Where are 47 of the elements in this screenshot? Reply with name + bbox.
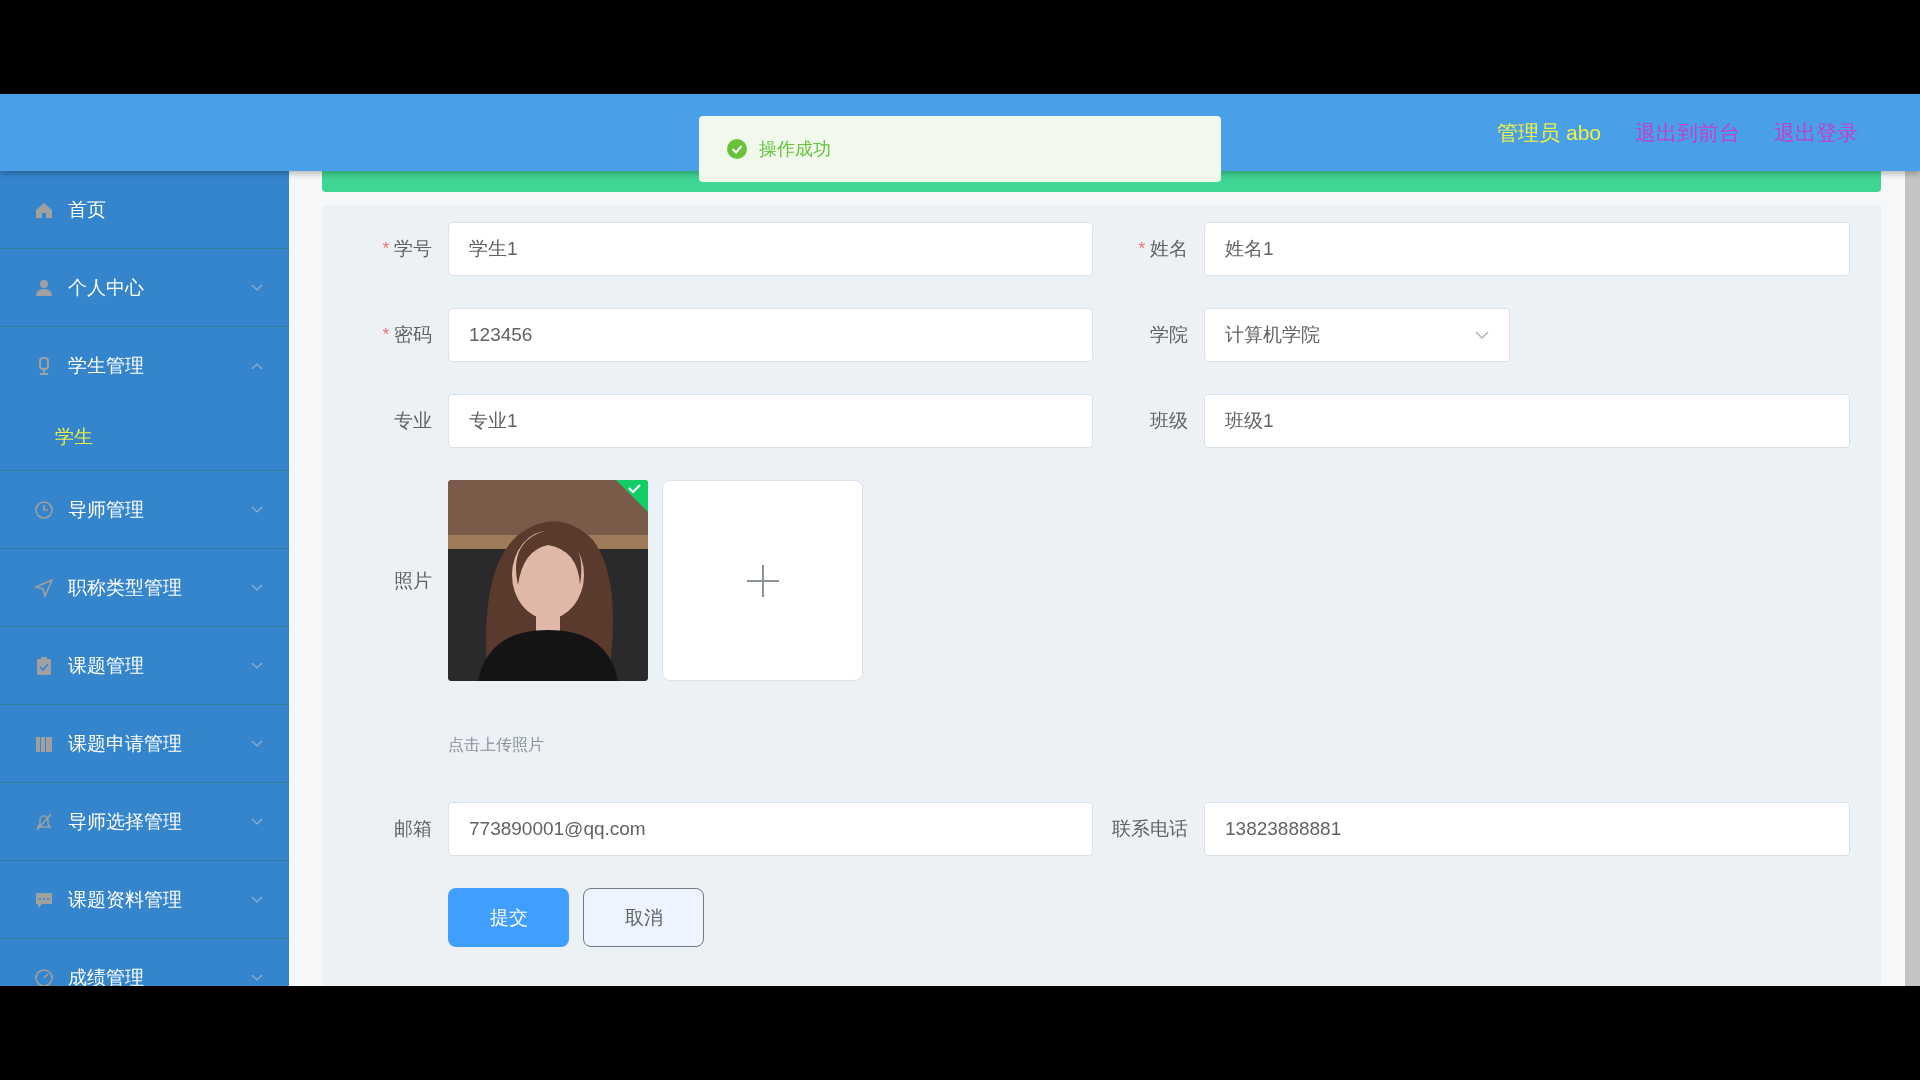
user-icon [34, 277, 54, 298]
menu-item[interactable]: 课题管理 [0, 627, 289, 704]
menu-item[interactable]: 首页 [0, 171, 289, 248]
menu-item[interactable]: 学生管理 [0, 327, 289, 404]
field-label: 联系电话 [1112, 817, 1188, 841]
upload-button[interactable] [662, 480, 863, 681]
menu-item[interactable]: 个人中心 [0, 249, 289, 326]
text-field[interactable]: 123456 [448, 308, 1093, 362]
text-field[interactable]: 姓名1 [1204, 222, 1850, 276]
field-label: 邮箱 [394, 817, 432, 841]
field-label: 照片 [394, 568, 432, 593]
menu-item[interactable]: 成绩管理 [0, 939, 289, 986]
required-mark: * [382, 325, 389, 345]
text-field[interactable]: 773890001@qq.com [448, 802, 1093, 856]
menu-item[interactable]: 导师选择管理 [0, 783, 289, 860]
user-name: 管理员 abo [1497, 119, 1601, 146]
required-mark: * [382, 239, 389, 259]
gauge-icon [34, 967, 54, 986]
field-label: 学院 [1150, 323, 1188, 347]
scrollbar[interactable] [1905, 171, 1920, 986]
menu-item[interactable]: 课题申请管理 [0, 705, 289, 782]
field-label: 班级 [1150, 409, 1188, 433]
clock-icon [34, 499, 54, 520]
select-field[interactable]: 计算机学院 [1204, 308, 1510, 362]
caret-icon [1475, 330, 1489, 340]
check-circle-icon [727, 139, 747, 159]
paper-plane-icon [34, 577, 54, 598]
field-label: 专业 [394, 409, 432, 433]
clipboard-icon [34, 655, 54, 676]
upload-hint: 点击上传照片 [448, 735, 545, 755]
cancel-button[interactable]: 取消 [583, 888, 704, 947]
menu-item[interactable]: 导师管理 [0, 471, 289, 548]
field-label: 学号 [394, 237, 432, 261]
required-mark: * [1138, 239, 1145, 259]
text-field[interactable]: 班级1 [1204, 394, 1850, 448]
plus-icon [745, 563, 780, 598]
menu-item[interactable]: 职称类型管理 [0, 549, 289, 626]
bell-off-icon [34, 811, 54, 832]
menu-item[interactable]: 课题资料管理 [0, 861, 289, 938]
submenu-item[interactable]: 学生 [0, 404, 289, 470]
text-field[interactable]: 学生1 [448, 222, 1093, 276]
field-label: 密码 [394, 323, 432, 347]
toast-message: 操作成功 [759, 138, 831, 161]
text-field[interactable]: 专业1 [448, 394, 1093, 448]
text-field[interactable]: 13823888881 [1204, 802, 1850, 856]
submit-button[interactable]: 提交 [448, 888, 569, 947]
field-label: 姓名 [1150, 237, 1188, 261]
